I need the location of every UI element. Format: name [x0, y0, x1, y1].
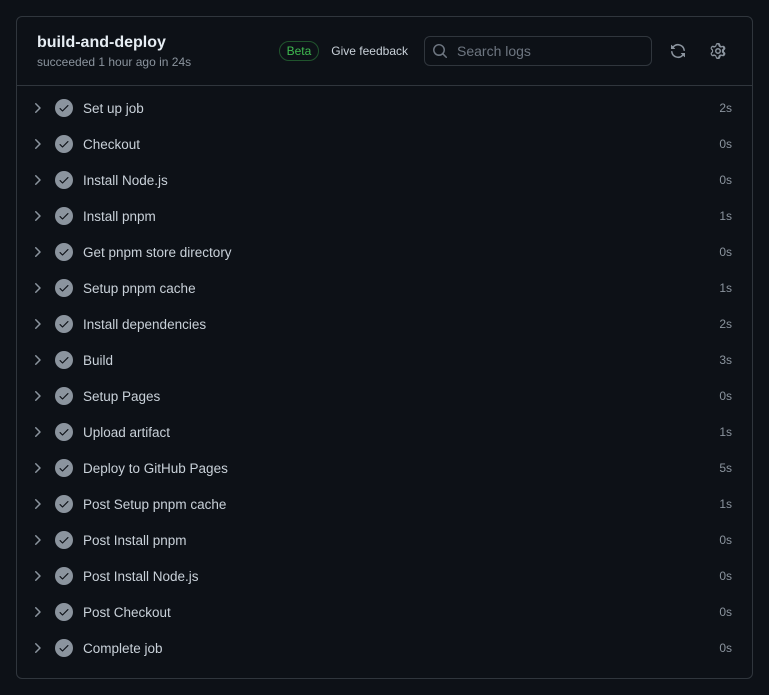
chevron-right-icon — [29, 460, 45, 476]
check-circle-icon — [55, 171, 73, 189]
step-duration: 1s — [719, 281, 732, 295]
step-name: Install dependencies — [83, 317, 709, 332]
step-name: Upload artifact — [83, 425, 709, 440]
step-duration: 2s — [719, 101, 732, 115]
chevron-right-icon — [29, 388, 45, 404]
step-duration: 0s — [719, 389, 732, 403]
step-duration: 3s — [719, 353, 732, 367]
step-duration: 0s — [719, 533, 732, 547]
step-row[interactable]: Setup pnpm cache 1s — [17, 270, 752, 306]
gear-icon — [710, 43, 726, 59]
check-circle-icon — [55, 567, 73, 585]
beta-badge: Beta — [279, 41, 320, 61]
step-name: Post Install Node.js — [83, 569, 709, 584]
step-name: Install Node.js — [83, 173, 709, 188]
steps-list: Set up job2sCheckout0sInstall Node.js0sI… — [17, 86, 752, 678]
step-duration: 2s — [719, 317, 732, 331]
step-row[interactable]: Post Install Node.js 0s — [17, 558, 752, 594]
check-circle-icon — [55, 135, 73, 153]
step-row[interactable]: Get pnpm store directory 0s — [17, 234, 752, 270]
step-row[interactable]: Set up job 2s — [17, 90, 752, 126]
header-title-block: build-and-deploy succeeded 1 hour ago in… — [37, 33, 267, 69]
step-duration: 1s — [719, 497, 732, 511]
check-circle-icon — [55, 279, 73, 297]
step-row[interactable]: Deploy to GitHub Pages 5s — [17, 450, 752, 486]
check-circle-icon — [55, 423, 73, 441]
step-row[interactable]: Build 3s — [17, 342, 752, 378]
chevron-right-icon — [29, 244, 45, 260]
step-row[interactable]: Post Setup pnpm cache 1s — [17, 486, 752, 522]
chevron-right-icon — [29, 496, 45, 512]
step-duration: 1s — [719, 209, 732, 223]
step-row[interactable]: Install dependencies 2s — [17, 306, 752, 342]
step-name: Build — [83, 353, 709, 368]
step-name: Get pnpm store directory — [83, 245, 709, 260]
check-circle-icon — [55, 603, 73, 621]
step-name: Setup pnpm cache — [83, 281, 709, 296]
step-name: Setup Pages — [83, 389, 709, 404]
chevron-right-icon — [29, 604, 45, 620]
step-row[interactable]: Complete job 0s — [17, 630, 752, 666]
refresh-button[interactable] — [664, 37, 692, 65]
step-duration: 5s — [719, 461, 732, 475]
check-circle-icon — [55, 495, 73, 513]
chevron-right-icon — [29, 316, 45, 332]
step-name: Post Install pnpm — [83, 533, 709, 548]
step-name: Deploy to GitHub Pages — [83, 461, 709, 476]
step-duration: 0s — [719, 569, 732, 583]
check-circle-icon — [55, 387, 73, 405]
check-circle-icon — [55, 99, 73, 117]
chevron-right-icon — [29, 424, 45, 440]
refresh-icon — [670, 43, 686, 59]
step-name: Complete job — [83, 641, 709, 656]
step-row[interactable]: Install pnpm 1s — [17, 198, 752, 234]
step-duration: 0s — [719, 641, 732, 655]
step-name: Post Checkout — [83, 605, 709, 620]
chevron-right-icon — [29, 532, 45, 548]
check-circle-icon — [55, 315, 73, 333]
check-circle-icon — [55, 243, 73, 261]
check-circle-icon — [55, 351, 73, 369]
step-row[interactable]: Upload artifact 1s — [17, 414, 752, 450]
step-row[interactable]: Install Node.js 0s — [17, 162, 752, 198]
search-icon — [432, 43, 448, 59]
check-circle-icon — [55, 207, 73, 225]
check-circle-icon — [55, 639, 73, 657]
panel-header: build-and-deploy succeeded 1 hour ago in… — [17, 17, 752, 86]
step-duration: 0s — [719, 137, 732, 151]
step-name: Checkout — [83, 137, 709, 152]
chevron-right-icon — [29, 352, 45, 368]
job-status-line: succeeded 1 hour ago in 24s — [37, 55, 267, 69]
check-circle-icon — [55, 531, 73, 549]
job-log-panel: build-and-deploy succeeded 1 hour ago in… — [16, 16, 753, 679]
chevron-right-icon — [29, 208, 45, 224]
chevron-right-icon — [29, 136, 45, 152]
step-row[interactable]: Post Install pnpm 0s — [17, 522, 752, 558]
search-input[interactable] — [424, 36, 652, 66]
step-name: Post Setup pnpm cache — [83, 497, 709, 512]
step-duration: 0s — [719, 605, 732, 619]
step-row[interactable]: Post Checkout 0s — [17, 594, 752, 630]
chevron-right-icon — [29, 640, 45, 656]
step-duration: 0s — [719, 245, 732, 259]
job-title: build-and-deploy — [37, 33, 267, 53]
chevron-right-icon — [29, 100, 45, 116]
chevron-right-icon — [29, 280, 45, 296]
check-circle-icon — [55, 459, 73, 477]
give-feedback-link[interactable]: Give feedback — [331, 44, 408, 58]
chevron-right-icon — [29, 172, 45, 188]
step-duration: 0s — [719, 173, 732, 187]
step-duration: 1s — [719, 425, 732, 439]
step-name: Set up job — [83, 101, 709, 116]
search-wrap — [424, 36, 652, 66]
step-row[interactable]: Checkout 0s — [17, 126, 752, 162]
step-name: Install pnpm — [83, 209, 709, 224]
step-row[interactable]: Setup Pages 0s — [17, 378, 752, 414]
chevron-right-icon — [29, 568, 45, 584]
settings-button[interactable] — [704, 37, 732, 65]
